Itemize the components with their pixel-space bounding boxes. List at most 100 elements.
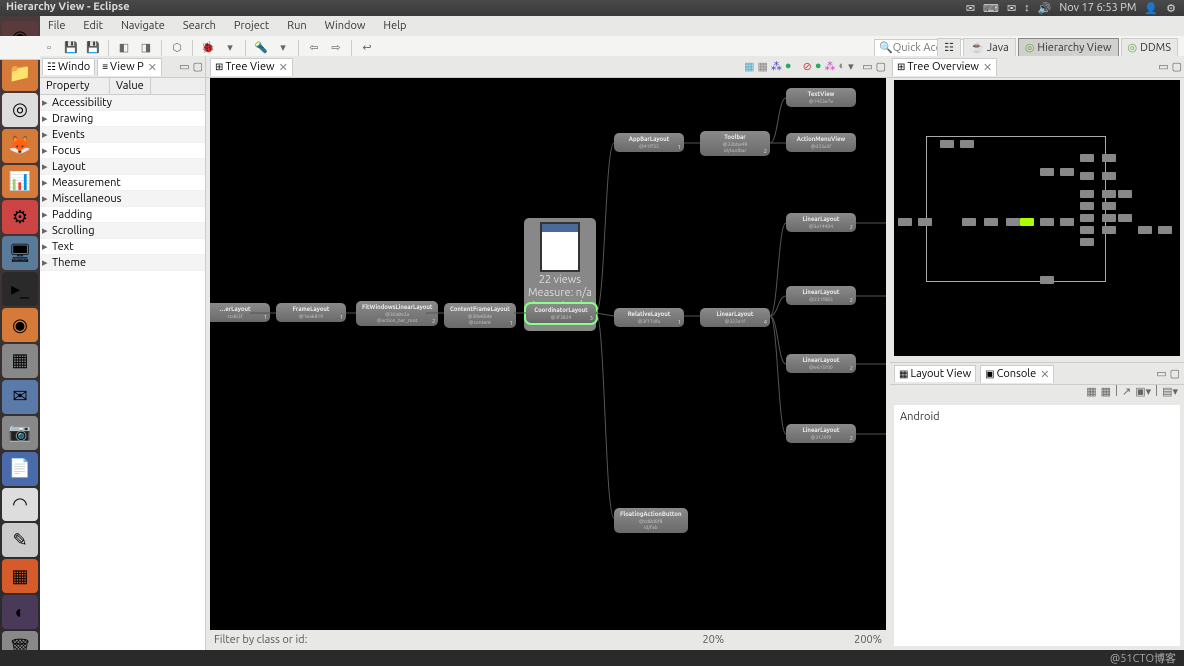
minimize-icon[interactable]: ▭ (179, 60, 189, 73)
close-icon[interactable]: ✕ (148, 61, 157, 74)
tray-icon[interactable]: 🔊 (1038, 2, 1052, 15)
tool-icon[interactable]: ⊘ (803, 60, 812, 73)
tool-icon[interactable]: ⁂ (824, 60, 835, 73)
console-tool-icon[interactable]: ▦ (1101, 385, 1111, 405)
perspective-ddms[interactable]: ◎DDMS (1121, 38, 1178, 57)
launcher-monitor-icon[interactable]: 🖥 (2, 236, 38, 270)
menu-run[interactable]: Run (279, 18, 314, 34)
tree-node[interactable]: FrameLayout@1ea68191 (276, 303, 346, 322)
overview-canvas[interactable] (894, 80, 1180, 356)
nav-fwd-icon[interactable]: ⇨ (327, 39, 345, 57)
tool-icon[interactable]: ◐ (838, 60, 845, 73)
launcher-thunderbird-icon[interactable]: ✉ (2, 380, 38, 414)
tree-node[interactable]: ContentFrameLayout@30e60de@content1 (444, 303, 516, 328)
tab-view-properties[interactable]: ≡ View P ✕ (97, 58, 162, 76)
console-tool-icon[interactable]: | (1155, 385, 1158, 405)
tree-canvas[interactable]: …erLayoutccd63f1 FrameLayout@1ea68191 Fi… (210, 78, 886, 630)
launcher-writer-icon[interactable]: 📄 (2, 452, 38, 486)
tray-gear-icon[interactable]: ⚙ (1166, 2, 1176, 15)
tool-icon[interactable]: ● (815, 60, 822, 73)
launcher-impress-icon[interactable]: ▦ (2, 559, 38, 593)
tree-node[interactable]: ActionMenuView@d33a3f (786, 133, 856, 152)
tree-node[interactable]: FloatingActionButton@cd8d0f8id/fab (614, 508, 688, 533)
minimize-icon[interactable]: ▭ (1158, 60, 1168, 73)
launcher-chrome-icon[interactable]: ◎ (2, 93, 38, 127)
maximize-icon[interactable]: ▢ (876, 60, 886, 73)
launcher-firefox-icon[interactable]: 🦊 (2, 129, 38, 163)
properties-table[interactable]: PropertyValue ▸Accessibility ▸Drawing ▸E… (40, 78, 205, 650)
menu-edit[interactable]: Edit (75, 18, 111, 34)
tree-node[interactable]: AppBarLayout@41ff351 (614, 133, 684, 152)
launcher-libreoffice-icon[interactable]: 📊 (2, 165, 38, 199)
launcher-app-icon[interactable]: ◠ (2, 488, 38, 522)
launcher-files-icon[interactable]: 📁 (2, 57, 38, 91)
menu-file[interactable]: File (40, 18, 73, 34)
tree-node[interactable]: FitWindowsLinearLayout@30a8e3a@action_ba… (356, 301, 438, 326)
perspective-java[interactable]: ☕Java (963, 38, 1016, 57)
menu-project[interactable]: Project (226, 18, 277, 34)
search-icon[interactable]: 🔦 (252, 39, 270, 57)
launcher-app-icon[interactable]: ▦ (2, 344, 38, 378)
launcher-terminal-icon[interactable]: ▸_ (2, 272, 38, 306)
menu-window[interactable]: Window (317, 18, 374, 34)
tree-node[interactable]: TextView@1453e7e (786, 88, 856, 107)
maximize-icon[interactable]: ▢ (193, 60, 203, 73)
tab-tree-view[interactable]: ⊞ Tree View ✕ (210, 58, 293, 76)
dropdown-icon[interactable]: ▾ (221, 39, 239, 57)
dropdown-icon[interactable]: ▾ (848, 60, 854, 73)
console-tool-icon[interactable]: ▤▾ (1162, 385, 1178, 405)
overview-viewport[interactable] (926, 136, 1106, 282)
tab-layout-view[interactable]: ▦ Layout View (894, 365, 976, 382)
tab-console[interactable]: ▣ Console ✕ (980, 365, 1054, 383)
tool-icon[interactable]: ⬡ (168, 39, 186, 57)
menu-help[interactable]: Help (375, 18, 414, 34)
perspective-hierarchy[interactable]: ◎Hierarchy View (1018, 38, 1119, 57)
tab-windows[interactable]: ☷ Windo (42, 58, 95, 75)
minimize-icon[interactable]: ▭ (1156, 367, 1166, 380)
tray-icon[interactable]: ✉ (966, 2, 975, 15)
menu-navigate[interactable]: Navigate (113, 18, 173, 34)
col-value[interactable]: Value (110, 78, 151, 94)
console-tool-icon[interactable]: ▦ (1086, 385, 1096, 405)
tray-icon[interactable]: ⌨ (983, 2, 999, 15)
tool-icon[interactable]: ↩ (358, 39, 376, 57)
minimize-icon[interactable]: ▭ (862, 60, 872, 73)
tray-icon[interactable]: ↕ (1024, 2, 1030, 14)
maximize-icon[interactable]: ▢ (1172, 60, 1182, 73)
close-icon[interactable]: ✕ (279, 61, 288, 74)
close-icon[interactable]: ✕ (1040, 368, 1049, 381)
close-icon[interactable]: ✕ (983, 61, 992, 74)
new-icon[interactable]: ▫ (40, 39, 58, 57)
tree-node[interactable]: LinearLayout@3129f02 (786, 424, 856, 443)
tray-icon[interactable]: ✉ (1007, 2, 1016, 15)
launcher-eclipse-icon[interactable]: ◐ (2, 595, 38, 629)
tree-node[interactable]: LinearLayout@322a1f4 (700, 308, 770, 327)
tool-icon[interactable]: ◧ (115, 39, 133, 57)
debug-icon[interactable]: 🐞 (199, 39, 217, 57)
launcher-app-icon[interactable]: ◉ (2, 308, 38, 342)
menu-search[interactable]: Search (175, 18, 224, 34)
saveall-icon[interactable]: 💾 (84, 39, 102, 57)
tray-time[interactable]: Nov 17 6:53 PM (1059, 2, 1136, 14)
col-property[interactable]: Property (40, 78, 110, 94)
launcher-app-icon[interactable]: 📷 (2, 416, 38, 450)
nav-back-icon[interactable]: ⇦ (305, 39, 323, 57)
launcher-settings-icon[interactable]: ⚙ (2, 200, 38, 234)
tab-tree-overview[interactable]: ⊞ Tree Overview ✕ (892, 58, 997, 76)
tool-icon[interactable]: ▦ (757, 60, 767, 73)
console-tool-icon[interactable]: ↗ (1122, 385, 1131, 405)
tree-node[interactable]: RelativeLayout@3f17dfa1 (614, 308, 684, 327)
tool-icon[interactable]: ▦ (744, 60, 754, 73)
maximize-icon[interactable]: ▢ (1170, 367, 1180, 380)
save-icon[interactable]: 💾 (62, 39, 80, 57)
console-tool-icon[interactable]: ▣▾ (1135, 385, 1151, 405)
tree-node[interactable]: LinearLayout@3a144042 (786, 213, 856, 232)
open-perspective-icon[interactable]: ☷ (937, 38, 961, 57)
console-tool-icon[interactable]: | (1115, 385, 1118, 405)
tree-node-selected[interactable]: CoordinatorLayout@3f38243 (526, 304, 596, 323)
tool-icon[interactable]: ◨ (137, 39, 155, 57)
launcher-gedit-icon[interactable]: ✎ (2, 523, 38, 557)
tray-user-icon[interactable]: 👤 (1144, 2, 1158, 15)
tool-icon[interactable]: ⁂ (771, 60, 782, 73)
tool-icon[interactable]: ● (785, 60, 792, 73)
